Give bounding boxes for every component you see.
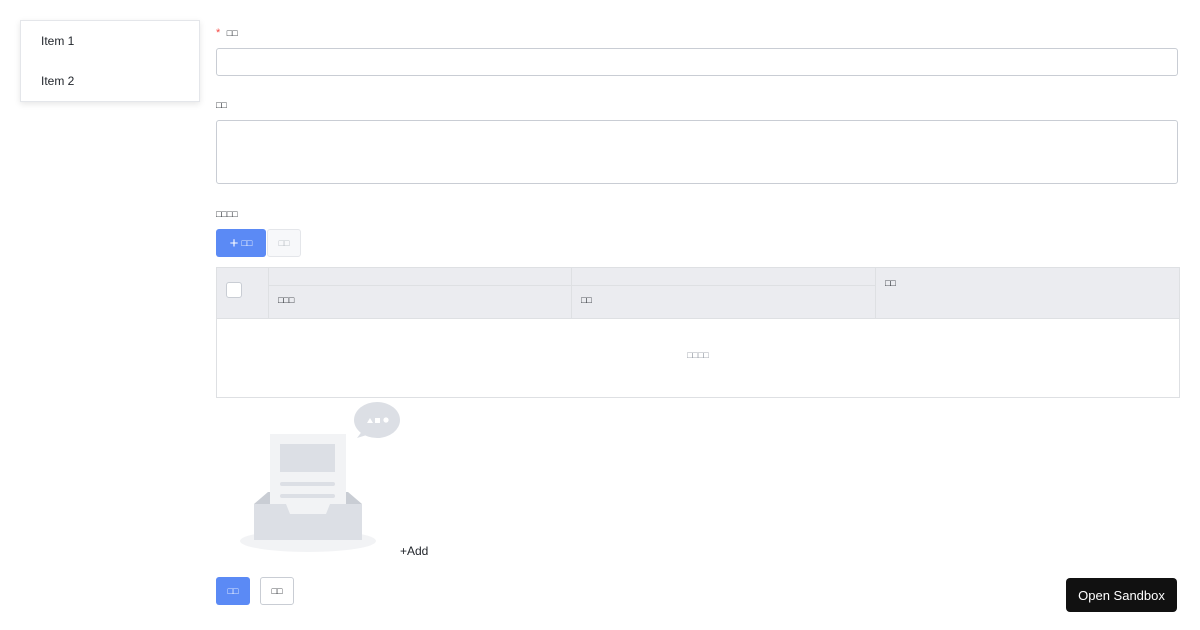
add-row-button[interactable]: + □□ [216,229,266,257]
col-divider [875,268,876,318]
reset-button[interactable]: □□ [260,577,294,605]
field1-label-text: □□ [226,28,238,38]
open-sandbox-button[interactable]: Open Sandbox [1066,578,1177,612]
col-divider [571,268,572,318]
field2-label: □□ [216,100,227,110]
field2-textarea[interactable] [216,120,1178,184]
plus-icon: + [229,234,239,252]
add-row-label: □□ [241,238,253,248]
dropdown-menu: Item 1 Item 2 [20,20,200,102]
required-mark: * [216,27,221,39]
table-empty-text: □□□□ [687,350,709,360]
column-header-3: □□ [885,278,896,288]
submit-button[interactable]: □□ [216,577,250,605]
col-divider [268,268,269,318]
delete-row-button[interactable]: □□ [267,229,301,257]
menu-item-2[interactable]: Item 2 [21,61,199,101]
menu-item-1[interactable]: Item 1 [21,21,199,61]
column-header-1: □□□ [278,295,295,305]
select-all-checkbox[interactable] [226,282,242,298]
empty-inbox-illustration [240,402,400,552]
column-header-2: □□ [581,295,592,305]
data-table: □□□ □□ □□ □□□□ [216,267,1180,398]
field3-label: □□□□ [216,209,238,219]
field1-input[interactable] [216,48,1178,76]
add-link[interactable]: +Add [400,544,428,558]
table-header: □□□ □□ □□ [217,268,1179,319]
group-header-divider [269,285,875,286]
field1-label: * □□ [216,27,238,39]
